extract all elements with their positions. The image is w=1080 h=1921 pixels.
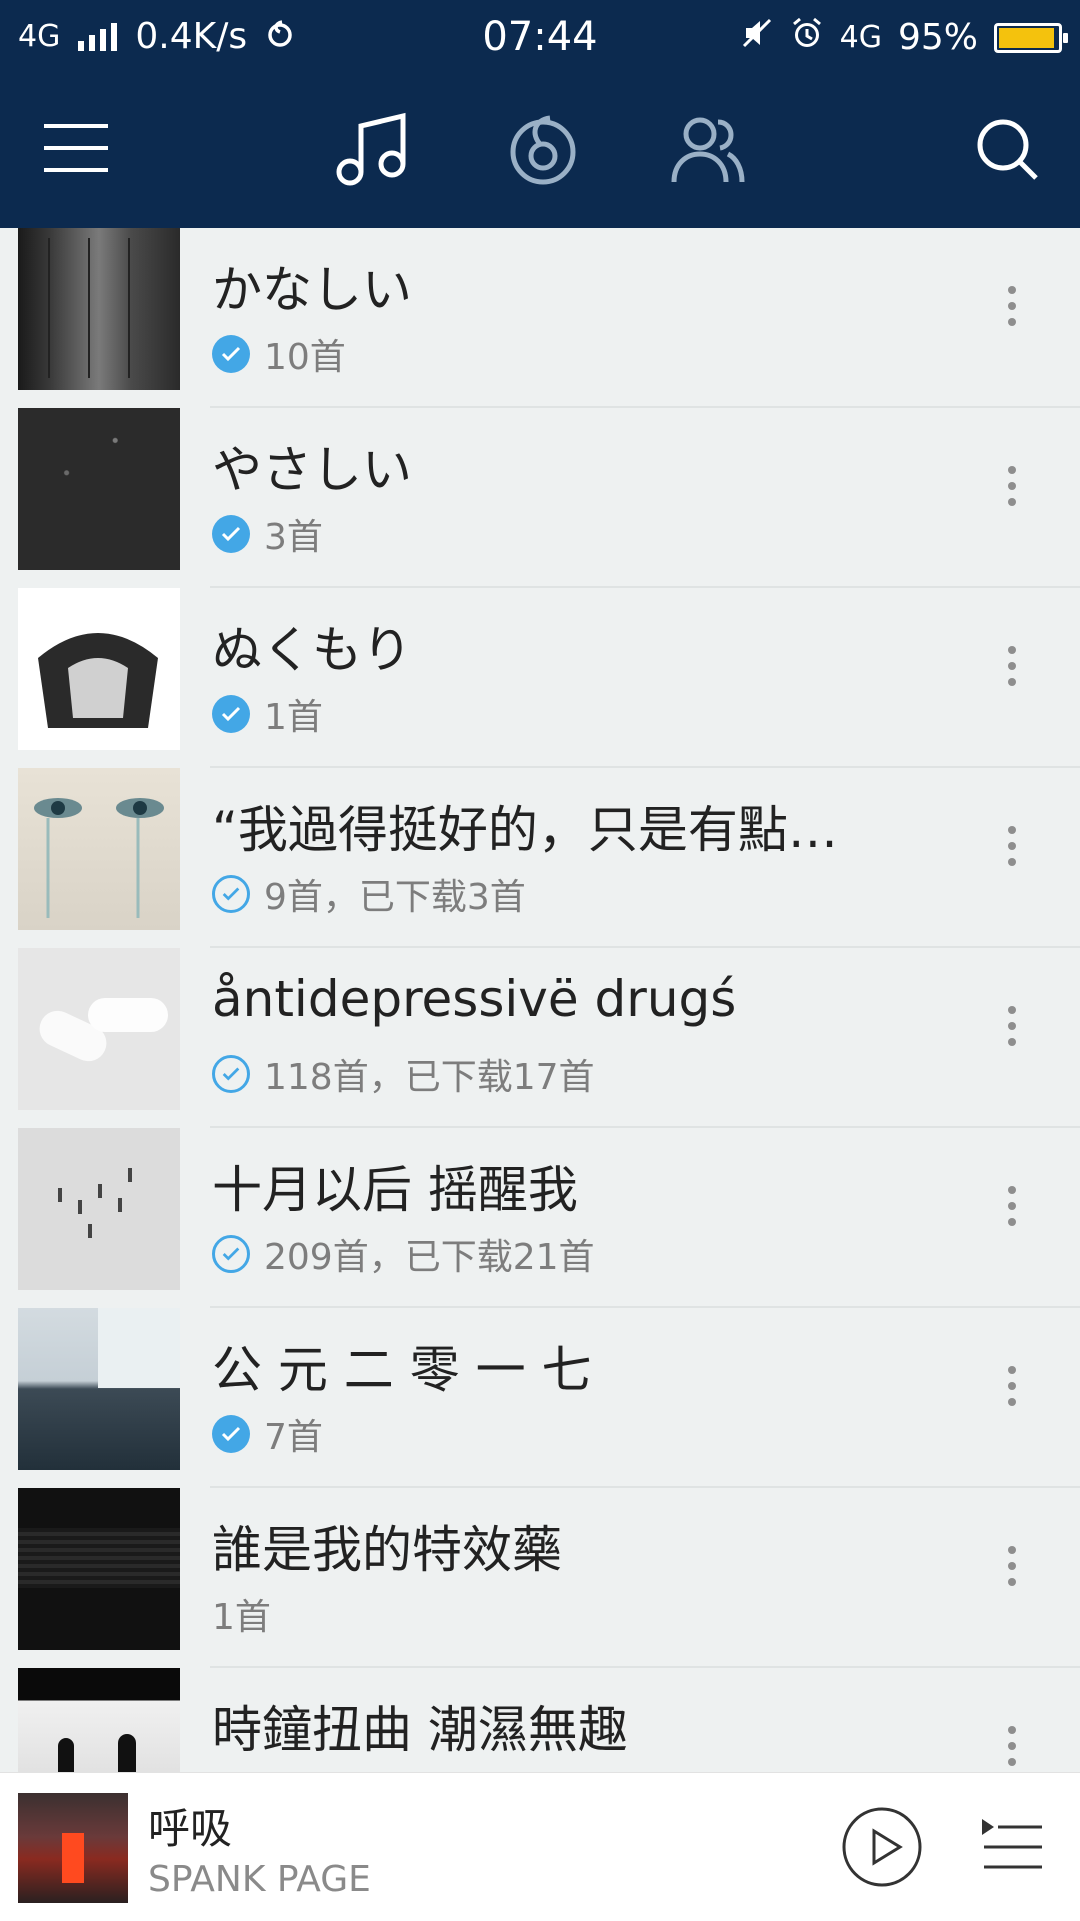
list-item[interactable]: åntidepressivë drugś 118首，已下载17首 bbox=[0, 948, 1080, 1128]
network-type-2: 4G bbox=[839, 20, 882, 55]
playlist-meta: 1首 bbox=[212, 1588, 271, 1640]
playlist-cover bbox=[18, 1128, 180, 1290]
more-options-icon[interactable] bbox=[1008, 826, 1018, 866]
list-item[interactable]: 誰是我的特效藥 1首 bbox=[0, 1488, 1080, 1668]
playlist-meta: 209首，已下载21首 bbox=[212, 1228, 595, 1280]
playlist-meta: 1首 bbox=[212, 688, 323, 740]
playlist-title: ぬくもり bbox=[212, 621, 412, 679]
mute-icon bbox=[740, 16, 774, 59]
playlist-cover bbox=[18, 768, 180, 930]
list-item[interactable]: “我過得挺好的，只是有點… 9首，已下载3首 bbox=[0, 768, 1080, 948]
playlist-title: 誰是我的特效藥 bbox=[212, 1521, 562, 1579]
download-partial-icon bbox=[212, 1055, 250, 1093]
playlist-list: かなしい 10首 やさしい 3首 ぬくもり 1首 “我過得挺好的，只是有點… 9… bbox=[0, 228, 1080, 1772]
now-playing-cover[interactable] bbox=[18, 1793, 128, 1903]
playlist-meta: 9首，已下载3首 bbox=[212, 868, 526, 920]
playlist-cover bbox=[18, 1488, 180, 1650]
downloaded-check-icon bbox=[212, 695, 250, 733]
track-count: 9首，已下载3首 bbox=[264, 877, 526, 918]
netease-logo-icon[interactable] bbox=[506, 112, 580, 190]
more-options-icon[interactable] bbox=[1008, 1546, 1018, 1586]
mini-player[interactable]: 呼吸 SPANK PAGE bbox=[0, 1772, 1080, 1921]
now-playing-title: 呼吸 bbox=[148, 1804, 233, 1853]
friends-icon[interactable] bbox=[668, 112, 748, 190]
more-options-icon[interactable] bbox=[1008, 646, 1018, 686]
playlist-title: 時鐘扭曲 潮濕無趣 bbox=[212, 1701, 628, 1759]
more-options-icon[interactable] bbox=[1008, 466, 1018, 506]
playlist-title: “我過得挺好的，只是有點… bbox=[212, 801, 838, 859]
list-item[interactable]: 時鐘扭曲 潮濕無趣 1首 bbox=[0, 1668, 1080, 1772]
playlist-cover bbox=[18, 948, 180, 1110]
track-count: 3首 bbox=[264, 517, 323, 558]
downloaded-check-icon bbox=[212, 515, 250, 553]
playlist-cover bbox=[18, 1308, 180, 1470]
more-options-icon[interactable] bbox=[1008, 1726, 1018, 1766]
now-playing-artist: SPANK PAGE bbox=[148, 1859, 371, 1900]
playlist-meta: 3首 bbox=[212, 508, 323, 560]
play-button[interactable] bbox=[840, 1805, 924, 1893]
track-count: 1首 bbox=[212, 1597, 271, 1638]
downloaded-check-icon bbox=[212, 335, 250, 373]
playlist-title: かなしい bbox=[212, 261, 412, 319]
list-item[interactable]: ぬくもり 1首 bbox=[0, 588, 1080, 768]
playlist-meta: 118首，已下载17首 bbox=[212, 1048, 595, 1100]
menu-icon[interactable] bbox=[44, 122, 110, 178]
list-item[interactable]: かなしい 10首 bbox=[0, 228, 1080, 408]
battery-percent: 95% bbox=[897, 17, 978, 58]
search-icon[interactable] bbox=[976, 118, 1040, 186]
music-note-icon[interactable] bbox=[334, 112, 408, 190]
status-bar: 4G 0.4K/s 07:44 4G 95% bbox=[0, 0, 1080, 72]
more-options-icon[interactable] bbox=[1008, 1006, 1018, 1046]
track-count: 7首 bbox=[264, 1417, 323, 1458]
playlist-cover bbox=[18, 588, 180, 750]
playlist-cover bbox=[18, 408, 180, 570]
app-bar bbox=[0, 72, 1080, 228]
download-partial-icon bbox=[212, 875, 250, 913]
playlist-title: やさしい bbox=[212, 441, 412, 499]
battery-icon bbox=[994, 22, 1068, 53]
track-count: 118首，已下载17首 bbox=[264, 1057, 595, 1098]
more-options-icon[interactable] bbox=[1008, 1186, 1018, 1226]
track-count: 209首，已下载21首 bbox=[264, 1237, 595, 1278]
playlist-title: 公 元 二 零 一 七 bbox=[212, 1341, 592, 1399]
more-options-icon[interactable] bbox=[1008, 1366, 1018, 1406]
alarm-icon bbox=[790, 16, 824, 59]
download-partial-icon bbox=[212, 1235, 250, 1273]
more-options-icon[interactable] bbox=[1008, 286, 1018, 326]
playlist-meta: 10首 bbox=[212, 328, 346, 380]
track-count: 10首 bbox=[264, 337, 346, 378]
downloaded-check-icon bbox=[212, 1415, 250, 1453]
playlist-title: 十月以后 摇醒我 bbox=[212, 1161, 578, 1219]
playlist-meta: 7首 bbox=[212, 1408, 323, 1460]
playlist-queue-button[interactable] bbox=[980, 1817, 1046, 1881]
playlist-title: åntidepressivë drugś bbox=[212, 970, 737, 1028]
track-count: 1首 bbox=[264, 697, 323, 738]
list-item[interactable]: 十月以后 摇醒我 209首，已下载21首 bbox=[0, 1128, 1080, 1308]
playlist-cover bbox=[18, 1668, 180, 1772]
playlist-cover bbox=[18, 228, 180, 390]
list-item[interactable]: 公 元 二 零 一 七 7首 bbox=[0, 1308, 1080, 1488]
list-item[interactable]: やさしい 3首 bbox=[0, 408, 1080, 588]
